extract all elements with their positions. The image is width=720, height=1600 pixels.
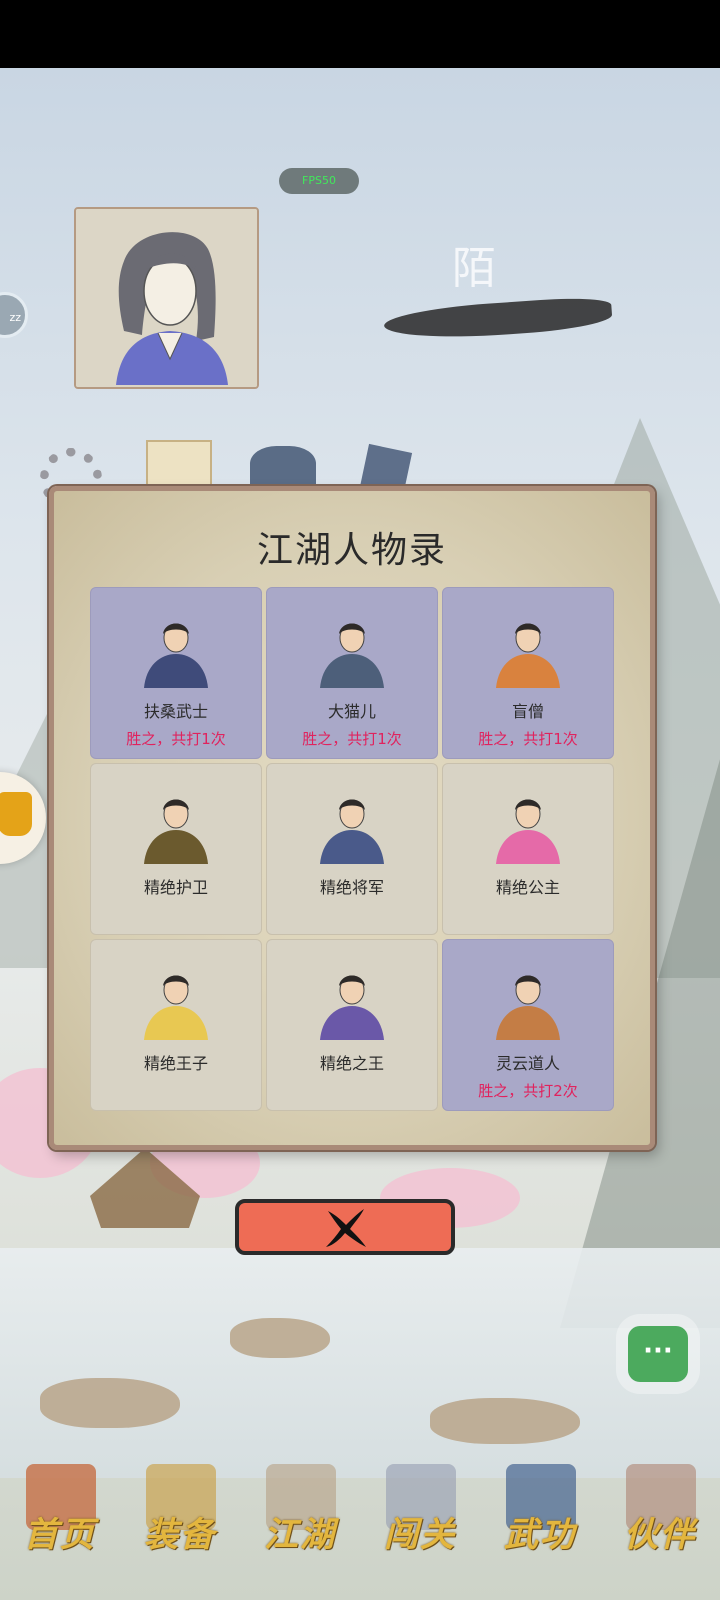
character-card[interactable]: 灵云道人胜之，共打2次 bbox=[442, 939, 614, 1111]
character-record-dialog: 江湖人物录 扶桑武士 胜之，共打1次 大猫儿 胜之，共打1次 盲僧 胜之，共打1次 精绝护卫… bbox=[49, 486, 655, 1150]
character-name: 大猫儿 bbox=[327, 702, 376, 721]
character-name: 灵云道人 bbox=[495, 1054, 560, 1073]
player-name: 陌 bbox=[452, 243, 496, 294]
close-button[interactable] bbox=[235, 1199, 455, 1255]
nav-label: 首页 bbox=[24, 1515, 96, 1555]
player-portrait bbox=[76, 209, 257, 387]
nav-item[interactable]: 伙伴 bbox=[604, 1448, 716, 1568]
character-portrait bbox=[144, 975, 208, 1040]
nav-item[interactable]: 首页 bbox=[4, 1448, 116, 1568]
bag-icon[interactable] bbox=[250, 446, 316, 490]
character-name: 精绝护卫 bbox=[143, 878, 208, 897]
battle-record: 胜之，共打1次 bbox=[126, 730, 226, 748]
character-card[interactable]: 精绝之王 bbox=[266, 939, 438, 1111]
character-card[interactable]: 大猫儿胜之，共打1次 bbox=[266, 587, 438, 759]
character-card[interactable]: 盲僧胜之，共打1次 bbox=[442, 587, 614, 759]
dialog-title: 江湖人物录 bbox=[256, 530, 447, 571]
nav-item[interactable]: 江湖 bbox=[244, 1448, 356, 1568]
nav-label: 江湖 bbox=[264, 1515, 336, 1555]
character-card[interactable]: 精绝将军 bbox=[266, 763, 438, 935]
character-card[interactable]: 扶桑武士胜之，共打1次 bbox=[90, 587, 262, 759]
character-portrait bbox=[496, 975, 560, 1040]
chat-button[interactable]: ··· bbox=[628, 1326, 688, 1382]
battle-record: 胜之，共打1次 bbox=[478, 730, 578, 748]
fps-counter: FPS50 bbox=[279, 168, 359, 194]
character-portrait bbox=[320, 799, 384, 864]
bottom-nav: 首页 装备 江湖 闯关 武功 伙伴 bbox=[0, 1428, 720, 1568]
battle-record: 胜之，共打2次 bbox=[478, 1082, 578, 1100]
character-portrait bbox=[144, 799, 208, 864]
character-portrait bbox=[496, 623, 560, 688]
character-card[interactable]: 精绝护卫 bbox=[90, 763, 262, 935]
battle-record: 胜之，共打1次 bbox=[302, 730, 402, 748]
nav-item[interactable]: 武功 bbox=[484, 1448, 596, 1568]
character-name: 精绝之王 bbox=[319, 1054, 384, 1073]
character-portrait bbox=[320, 623, 384, 688]
status-bar bbox=[0, 0, 720, 68]
player-avatar[interactable] bbox=[74, 207, 259, 389]
rock bbox=[230, 1318, 330, 1358]
character-portrait bbox=[320, 975, 384, 1040]
nav-label: 装备 bbox=[144, 1515, 216, 1555]
character-name: 精绝王子 bbox=[143, 1054, 208, 1073]
character-name: 精绝公主 bbox=[495, 878, 560, 897]
character-grid: 扶桑武士 胜之，共打1次 大猫儿 胜之，共打1次 盲僧 胜之，共打1次 精绝护卫 精绝将军 精绝… bbox=[90, 587, 618, 1113]
character-name: 精绝将军 bbox=[319, 878, 384, 897]
character-portrait bbox=[496, 799, 560, 864]
character-name: 盲僧 bbox=[511, 702, 544, 721]
character-portrait bbox=[144, 623, 208, 688]
nav-item[interactable]: 闯关 bbox=[364, 1448, 476, 1568]
nav-item[interactable]: 装备 bbox=[124, 1448, 236, 1568]
helmet-icon bbox=[0, 792, 32, 836]
x-brush-icon bbox=[326, 1209, 366, 1247]
nav-label: 武功 bbox=[504, 1515, 576, 1555]
nav-label: 伙伴 bbox=[624, 1515, 696, 1555]
character-name: 扶桑武士 bbox=[143, 702, 208, 721]
character-card[interactable]: 精绝王子 bbox=[90, 939, 262, 1111]
rock bbox=[40, 1378, 180, 1428]
nav-label: 闯关 bbox=[384, 1515, 456, 1555]
character-card[interactable]: 精绝公主 bbox=[442, 763, 614, 935]
